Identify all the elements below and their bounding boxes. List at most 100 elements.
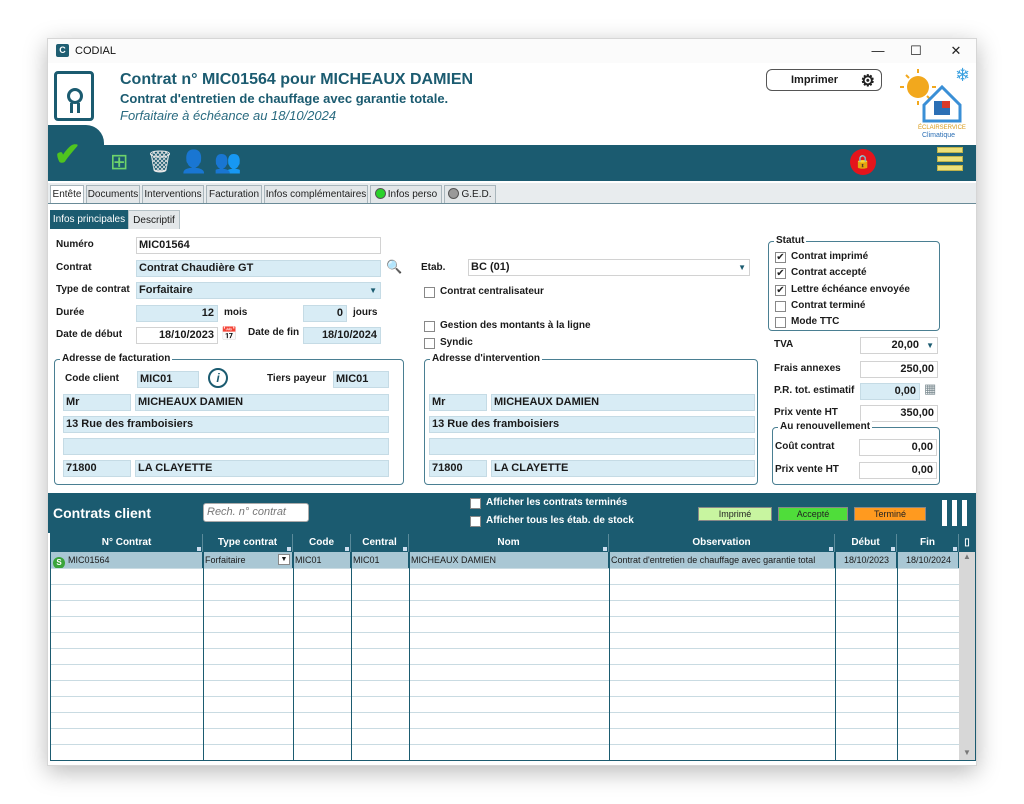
info-icon[interactable]: i bbox=[208, 368, 228, 388]
tab-infos-complementaires[interactable]: Infos complémentaires bbox=[264, 185, 368, 203]
main-tabs: Entête Documents Interventions Facturati… bbox=[48, 183, 976, 203]
tab-interventions[interactable]: Interventions bbox=[142, 185, 204, 203]
chevron-down-icon[interactable]: ▼ bbox=[278, 554, 290, 565]
intervention-nom-field[interactable]: MICHEAUX DAMIEN bbox=[491, 394, 755, 411]
tab-ged[interactable]: G.E.D. bbox=[444, 185, 496, 203]
contrat-field[interactable]: Contrat Chaudière GT bbox=[136, 260, 381, 277]
col-header-debut[interactable]: Début bbox=[835, 534, 897, 552]
tab-facturation[interactable]: Facturation bbox=[206, 185, 262, 203]
billing-address-title: Adresse de facturation bbox=[60, 353, 173, 364]
menu-icon[interactable] bbox=[937, 147, 963, 177]
calculator-icon[interactable]: ▦ bbox=[924, 381, 936, 397]
lettre-echeance-checkbox[interactable]: ✔ bbox=[775, 285, 786, 296]
col-header-code[interactable]: Code bbox=[293, 534, 351, 552]
chevron-down-icon[interactable]: ▼ bbox=[926, 338, 934, 353]
billing-civilite-field[interactable]: Mr bbox=[63, 394, 131, 411]
add-document-icon[interactable]: ⊞ bbox=[110, 149, 128, 175]
numero-field[interactable]: MIC01564 bbox=[136, 237, 381, 254]
gestion-montants-checkbox[interactable] bbox=[424, 321, 435, 332]
date-debut-field[interactable]: 18/10/2023 bbox=[136, 327, 218, 344]
intervention-ville-field[interactable]: LA CLAYETTE bbox=[491, 460, 755, 477]
table-column-line bbox=[835, 552, 836, 760]
code-client-field[interactable]: MIC01 bbox=[137, 371, 199, 388]
maximize-button[interactable]: ☐ bbox=[906, 42, 926, 60]
etab-select[interactable]: BC (01) ▼ bbox=[468, 259, 750, 276]
calendar-icon[interactable]: 📅 bbox=[221, 326, 237, 342]
duree-mois-field[interactable]: 12 bbox=[136, 305, 218, 322]
etab-label: Etab. bbox=[421, 262, 446, 273]
certificate-document-icon bbox=[54, 71, 94, 121]
contrat-accepte-checkbox[interactable]: ✔ bbox=[775, 268, 786, 279]
mode-ttc-checkbox[interactable] bbox=[775, 317, 786, 328]
col-header-numero[interactable]: N° Contrat bbox=[51, 534, 203, 552]
col-header-type[interactable]: Type contrat bbox=[203, 534, 293, 552]
chevron-down-icon[interactable]: ▼ bbox=[738, 260, 746, 275]
col-header-fin[interactable]: Fin bbox=[897, 534, 959, 552]
contract-search-input[interactable]: Rech. n° contrat bbox=[203, 503, 309, 522]
frais-annexes-field[interactable]: 250,00 bbox=[860, 361, 938, 378]
contrat-imprime-checkbox[interactable]: ✔ bbox=[775, 252, 786, 263]
duree-jours-field[interactable]: 0 bbox=[303, 305, 347, 322]
trash-icon[interactable]: 🗑 bbox=[146, 149, 174, 175]
centralisateur-checkbox[interactable] bbox=[424, 287, 435, 298]
cout-contrat-field[interactable]: 0,00 bbox=[859, 439, 937, 456]
subtab-infos-principales[interactable]: Infos principales bbox=[50, 210, 128, 230]
col-header-observation[interactable]: Observation bbox=[609, 534, 835, 552]
gear-icon[interactable]: ⚙ bbox=[861, 71, 875, 91]
tab-infos-perso[interactable]: Infos perso bbox=[370, 185, 442, 203]
contrat-termine-checkbox[interactable] bbox=[775, 301, 786, 312]
validate-check-icon[interactable]: ✔ bbox=[54, 135, 81, 173]
billing-nom-field[interactable]: MICHEAUX DAMIEN bbox=[135, 394, 389, 411]
contrat-termine-label: Contrat terminé bbox=[791, 300, 866, 311]
col-header-nom[interactable]: Nom bbox=[409, 534, 609, 552]
intervention-cp-field[interactable]: 71800 bbox=[429, 460, 487, 477]
prix-vente-field[interactable]: 350,00 bbox=[860, 405, 938, 422]
cell-code: MIC01 bbox=[293, 552, 351, 568]
subtab-descriptif[interactable]: Descriptif bbox=[128, 210, 180, 230]
renouv-prix-field[interactable]: 0,00 bbox=[859, 462, 937, 479]
col-header-fin-label: Fin bbox=[920, 537, 935, 548]
tab-documents[interactable]: Documents bbox=[86, 185, 140, 203]
table-row-line bbox=[51, 632, 959, 633]
statut-title: Statut bbox=[774, 235, 807, 246]
table-settings-icon[interactable]: ▯ bbox=[959, 534, 975, 552]
show-terminated-label: Afficher les contrats terminés bbox=[486, 497, 628, 508]
scroll-up-icon[interactable]: ▲ bbox=[959, 552, 975, 566]
cout-contrat-label: Coût contrat bbox=[775, 441, 835, 452]
billing-adresse-field[interactable]: 13 Rue des framboisiers bbox=[63, 416, 389, 433]
date-fin-field[interactable]: 18/10/2024 bbox=[303, 327, 381, 344]
etab-value: BC (01) bbox=[471, 261, 510, 273]
intervention-adresse-field[interactable]: 13 Rue des framboisiers bbox=[429, 416, 755, 433]
pr-estimatif-field[interactable]: 0,00 bbox=[860, 383, 920, 400]
show-terminated-checkbox[interactable] bbox=[470, 498, 481, 509]
type-contrat-select[interactable]: Forfaitaire ▼ bbox=[136, 282, 381, 299]
syndic-checkbox[interactable] bbox=[424, 338, 435, 349]
scroll-down-icon[interactable]: ▼ bbox=[959, 748, 975, 760]
window-title: CODIAL bbox=[75, 45, 116, 57]
intervention-adresse2-field[interactable] bbox=[429, 438, 755, 455]
billing-adresse2-field[interactable] bbox=[63, 438, 389, 455]
cell-type[interactable]: Forfaitaire ▼ bbox=[203, 552, 293, 568]
show-all-etab-checkbox[interactable] bbox=[470, 516, 481, 527]
tva-select[interactable]: 20,00 ▼ bbox=[860, 337, 938, 354]
table-scrollbar[interactable]: ▲ ▼ bbox=[959, 552, 975, 760]
lock-icon[interactable]: 🔒 bbox=[850, 149, 876, 175]
tva-label: TVA bbox=[774, 339, 794, 350]
columns-view-icon[interactable] bbox=[942, 500, 968, 526]
app-icon: C bbox=[56, 44, 69, 57]
billing-ville-field[interactable]: LA CLAYETTE bbox=[135, 460, 389, 477]
company-logo: ❄ ÉCLAIRSERVICE Climatique bbox=[900, 65, 970, 139]
col-header-central[interactable]: Central bbox=[351, 534, 409, 552]
print-button[interactable]: Imprimer ⚙ bbox=[766, 69, 882, 91]
search-icon[interactable]: 🔍 bbox=[386, 259, 402, 275]
tiers-payeur-field[interactable]: MIC01 bbox=[333, 371, 389, 388]
user-search-icon[interactable]: 👥 bbox=[214, 149, 241, 175]
minimize-button[interactable]: — bbox=[868, 42, 888, 60]
close-button[interactable]: ✕ bbox=[946, 42, 966, 60]
intervention-civilite-field[interactable]: Mr bbox=[429, 394, 487, 411]
tab-entete[interactable]: Entête bbox=[50, 185, 84, 203]
chevron-down-icon[interactable]: ▼ bbox=[369, 283, 377, 298]
user-icon[interactable]: 👤 bbox=[180, 149, 207, 175]
billing-cp-field[interactable]: 71800 bbox=[63, 460, 131, 477]
gestion-montants-label: Gestion des montants à la ligne bbox=[440, 320, 591, 331]
